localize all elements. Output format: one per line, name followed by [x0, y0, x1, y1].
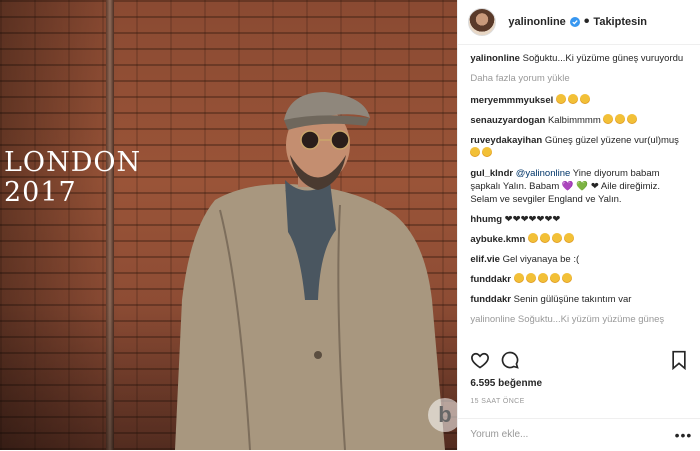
list-item: funddakr Senin gülüşüne takıntım var — [470, 293, 688, 306]
comment-user[interactable]: aybuke.kmn — [470, 234, 525, 245]
heart-eyes-emoji-icon — [567, 94, 578, 104]
comments-list: yalinonline Soğuktu...Ki yüzüme güneş vu… — [458, 52, 700, 344]
heart-eyes-emoji-icon — [482, 147, 493, 157]
avatar[interactable] — [468, 8, 497, 36]
post-side-panel: yalinonline • Takiptesin yalinonline Soğ… — [457, 0, 700, 450]
load-more-comments[interactable]: Daha fazla yorum yükle — [470, 72, 688, 85]
heart-icon[interactable] — [470, 350, 490, 370]
kiss-emoji-icon — [549, 273, 560, 283]
comment-user[interactable]: meryemmmyuksel — [470, 95, 553, 106]
comment-user[interactable]: funddakr — [470, 274, 511, 285]
post-header: yalinonline • Takiptesin — [458, 0, 700, 45]
comment-input[interactable]: Yorum ekle... — [470, 429, 528, 440]
comment-text: Gel viyanaya be :( — [502, 254, 580, 265]
heart-eyes-emoji-icon — [555, 94, 566, 104]
heart-eyes-emoji-icon — [615, 114, 626, 124]
list-item: gul_klndr @yalinonline Yine diyorum baba… — [470, 167, 688, 206]
list-item: meryemmmyuksel — [470, 94, 688, 107]
list-item: aybuke.kmn — [470, 233, 688, 246]
kiss-emoji-icon — [513, 273, 524, 283]
add-comment-bar: Yorum ekle... ••• — [458, 418, 700, 451]
caption-comment: yalinonline Soğuktu...Ki yüzüme güneş vu… — [470, 52, 688, 65]
instagram-post: LONDON 2017 b yalinonline • Takiptesin y… — [0, 0, 700, 450]
kiss-emoji-icon — [525, 273, 536, 283]
sun-emoji-icon — [470, 147, 481, 157]
list-item: yalinonline Soğuktu...Ki yüzüm yüzüme gü… — [470, 313, 688, 326]
list-item: hhumg ❤❤❤❤❤❤❤ — [470, 213, 688, 226]
list-item: senauzyardogan Kalbimmmm — [470, 114, 688, 127]
comment-user[interactable]: senauzyardogan — [470, 115, 545, 126]
likes-count[interactable]: 6.595 beğenme — [470, 378, 542, 389]
verified-badge-icon — [569, 17, 580, 27]
post-actions — [470, 350, 690, 372]
comment-user[interactable]: gul_klndr — [470, 168, 513, 179]
heart-eyes-emoji-icon — [579, 94, 590, 104]
heart-eyes-emoji-icon — [539, 233, 550, 243]
comment-user[interactable]: funddakr — [470, 294, 511, 305]
kiss-emoji-icon — [561, 273, 572, 283]
comment-text: Güneş güzel yüzene vur(ul)muş — [544, 135, 679, 146]
comment-text: ❤❤❤❤❤❤❤ — [504, 214, 561, 225]
list-item: funddakr — [470, 273, 688, 286]
person-figure — [175, 92, 445, 450]
more-options-icon[interactable]: ••• — [675, 427, 693, 443]
comment-user[interactable]: hhumg — [470, 214, 502, 225]
comment-text: yalinonline Soğuktu...Ki yüzüm yüzüme gü… — [470, 314, 665, 325]
watermark-logo: b — [428, 398, 458, 432]
comment-user[interactable]: yalinonline — [470, 53, 520, 64]
post-photo[interactable]: LONDON 2017 b — [0, 0, 458, 450]
bookmark-icon[interactable] — [670, 350, 688, 370]
heart-eyes-emoji-icon — [527, 233, 538, 243]
comment-user[interactable]: elif.vie — [470, 254, 500, 265]
list-item: elif.vie Gel viyanaya be :( — [470, 253, 688, 266]
comment-text: Soğuktu...Ki yüzüme güneş vuruyordu — [522, 53, 684, 64]
heart-eyes-emoji-icon — [627, 114, 638, 124]
following-button[interactable]: Takiptesin — [593, 16, 647, 28]
comment-text: Kalbimmmm — [547, 115, 601, 126]
heart-emoji-icon — [563, 233, 574, 243]
comment-icon[interactable] — [500, 350, 520, 370]
header-separator: • — [583, 13, 590, 30]
post-time[interactable]: 15 SAAT ÖNCE — [470, 398, 524, 405]
kiss-emoji-icon — [537, 273, 548, 283]
header-username[interactable]: yalinonline — [508, 16, 565, 28]
heart-eyes-emoji-icon — [551, 233, 562, 243]
comment-text: Senin gülüşüne takıntım var — [513, 294, 632, 305]
heart-eyes-emoji-icon — [603, 114, 614, 124]
comment-user[interactable]: ruveydakayihan — [470, 135, 542, 146]
list-item: ruveydakayihan Güneş güzel yüzene vur(ul… — [470, 134, 688, 160]
comment-mention[interactable]: @yalinonline — [516, 168, 571, 179]
